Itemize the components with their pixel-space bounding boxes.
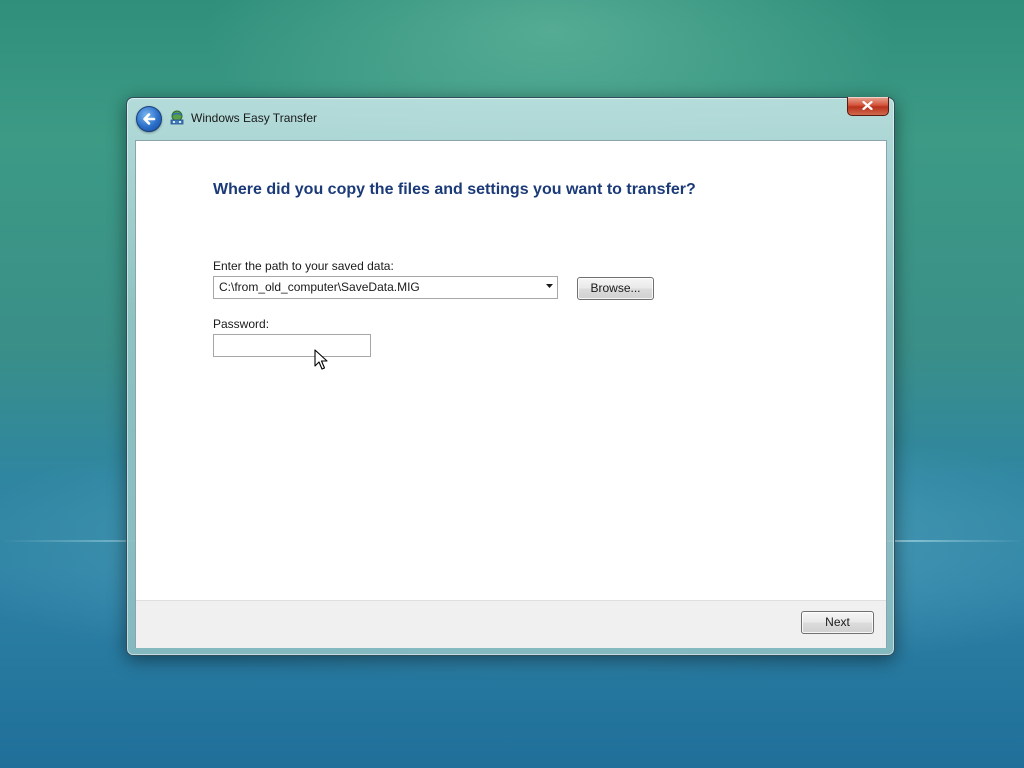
easy-transfer-window: Windows Easy Transfer Where did you copy… — [126, 97, 895, 656]
path-combobox[interactable]: C:\from_old_computer\SaveData.MIG — [213, 276, 558, 299]
easy-transfer-icon — [170, 110, 184, 125]
close-button[interactable] — [847, 97, 889, 116]
desktop-background: Windows Easy Transfer Where did you copy… — [0, 0, 1024, 768]
title-bar[interactable]: Windows Easy Transfer — [127, 97, 894, 140]
window-title: Windows Easy Transfer — [191, 111, 318, 125]
path-label: Enter the path to your saved data: — [213, 259, 394, 273]
mouse-pointer-icon — [314, 349, 328, 370]
close-icon — [862, 101, 873, 110]
next-button[interactable]: Next — [801, 611, 874, 634]
wizard-footer: Next — [136, 600, 886, 648]
path-value: C:\from_old_computer\SaveData.MIG — [219, 280, 420, 294]
chevron-down-icon[interactable] — [545, 283, 554, 289]
wizard-content: Where did you copy the files and setting… — [135, 140, 887, 648]
password-field[interactable] — [213, 334, 371, 357]
browse-button[interactable]: Browse... — [577, 277, 654, 300]
password-label: Password: — [213, 317, 270, 331]
back-arrow-icon — [143, 113, 156, 125]
back-button[interactable] — [136, 106, 162, 132]
page-title: Where did you copy the files and setting… — [213, 181, 696, 198]
